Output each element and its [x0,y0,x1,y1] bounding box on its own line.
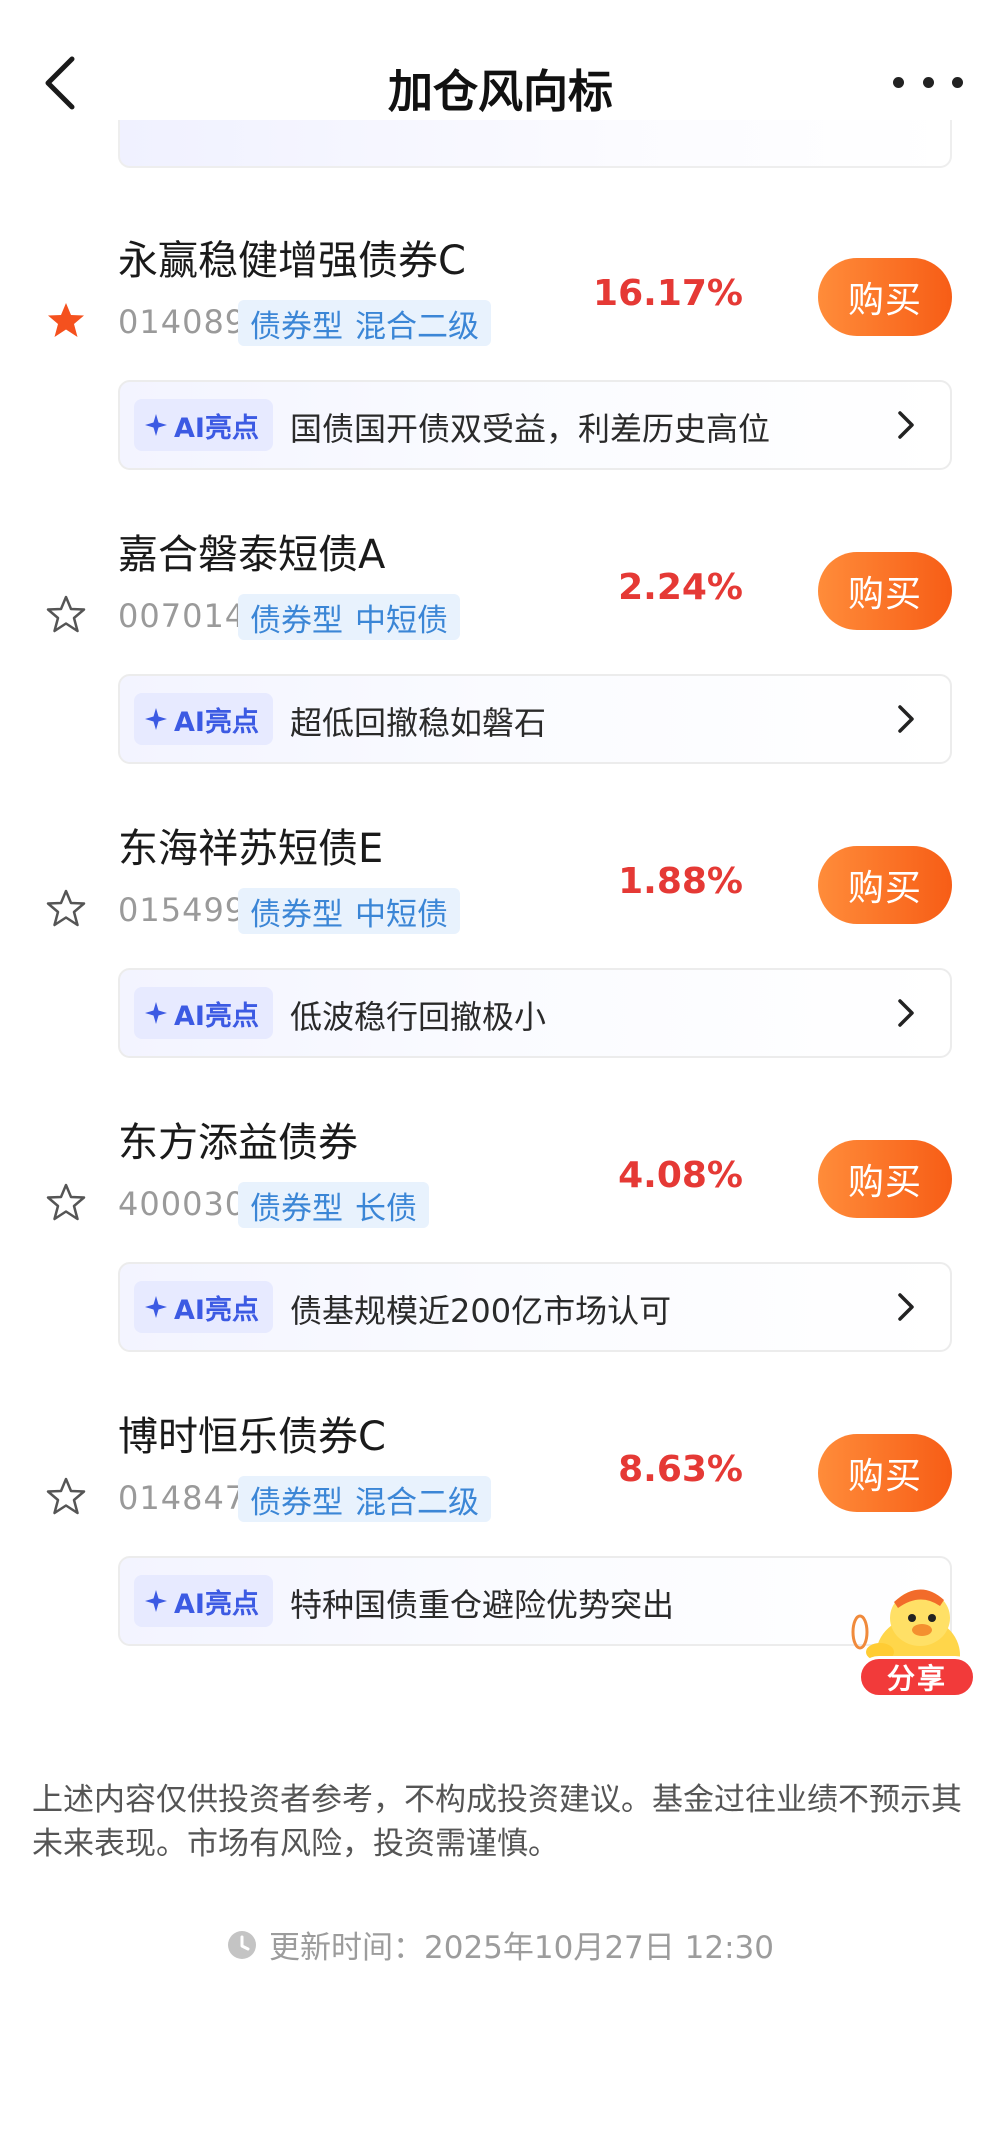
star-filled-icon[interactable] [46,300,86,340]
buy-button[interactable]: 购买 [818,258,952,336]
ai-highlight-row[interactable]: AI亮点 债基规模近200亿市场认可 [118,1262,952,1352]
disclaimer-text: 上述内容仅供投资者参考，不构成投资建议。基金过往业绩不预示其未来表现。市场有风险… [32,1782,962,1862]
ai-highlight-badge: AI亮点 [134,1281,273,1333]
star-outline-icon[interactable] [46,1182,86,1222]
share-button[interactable]: 分享 [858,1656,976,1698]
buy-button[interactable]: 购买 [818,1434,952,1512]
fund-name[interactable]: 博时恒乐债券C [118,1404,386,1462]
fund-name[interactable]: 东方添益债券 [118,1110,358,1168]
ai-highlight-row[interactable]: AI亮点 国债国开债双受益，利差历史高位 [118,380,952,470]
fund-subtype-tag: 中短债 [355,896,448,933]
fund-code: 014089 [118,303,247,341]
more-dot [893,76,904,88]
fund-type-tag: 债券型 [250,896,343,933]
fund-return-rate: 1.88% [618,861,743,902]
fund-tags: 债券型 中短债 [238,888,460,934]
more-dot [952,76,963,88]
more-dot [922,76,934,88]
fund-tags: 债券型 混合二级 [238,1476,491,1522]
page-title: 加仓风向标 [387,65,613,118]
update-time-value: 2025年10月27日 12:30 [424,1930,774,1966]
fund-name[interactable]: 永赢稳健增强债券C [118,228,466,286]
fund-subtype-tag: 长债 [355,1190,417,1227]
ai-highlight-label: AI亮点 [174,706,259,738]
fund-code: 015499 [118,891,247,929]
ai-highlight-badge: AI亮点 [134,693,273,745]
fund-return-rate: 8.63% [618,1449,743,1490]
star-outline-icon[interactable] [46,888,86,928]
fund-name[interactable]: 嘉合磐泰短债A [118,522,385,580]
update-time: 更新时间： 2025年10月27日 12:30 [0,1922,1001,1967]
chevron-right-icon [898,999,914,1027]
fund-tags: 债券型 长债 [238,1182,429,1228]
ai-highlight-text: 低波稳行回撤极小 [290,998,547,1036]
star-outline-icon[interactable] [46,1476,86,1516]
ai-highlight-row[interactable]: AI亮点 低波稳行回撤极小 [118,968,952,1058]
fund-subtype-tag: 混合二级 [355,1484,479,1521]
sparkle-icon [145,1002,167,1024]
fund-tags: 债券型 中短债 [238,594,460,640]
fund-type-tag: 债券型 [250,1190,343,1227]
ai-highlight-row[interactable]: AI亮点 超低回撤稳如磐石 [118,674,952,764]
ai-highlight-badge: AI亮点 [134,1575,273,1627]
sparkle-icon [145,414,167,436]
sparkle-icon [145,1296,167,1318]
fund-return-rate: 16.17% [593,273,743,314]
fund-item[interactable]: 嘉合磐泰短债A 007014 债券型 中短债 2.24% 购买 AI亮点 超低回… [0,502,1001,792]
chevron-right-icon [898,1293,914,1321]
fund-subtype-tag: 中短债 [355,602,448,639]
sparkle-icon [145,1590,167,1612]
fund-code: 014847 [118,1479,247,1517]
buy-button[interactable]: 购买 [818,1140,952,1218]
fund-code: 400030 [118,1185,247,1223]
fund-item[interactable]: 东海祥苏短债E 015499 债券型 中短债 1.88% 购买 AI亮点 低波稳… [0,796,1001,1086]
fund-code: 007014 [118,597,247,635]
chevron-right-icon [898,705,914,733]
ai-highlight-badge: AI亮点 [134,987,273,1039]
ai-highlight-label: AI亮点 [174,412,259,444]
chevron-right-icon [898,411,914,439]
fund-name[interactable]: 东海祥苏短债E [118,816,383,874]
ai-highlight-text: 超低回撤稳如磐石 [290,704,547,742]
ai-highlight-row[interactable]: AI亮点 特种国债重仓避险优势突出 [118,1556,952,1646]
fund-item[interactable]: 永赢稳健增强债券C 014089 债券型 混合二级 16.17% 购买 AI亮点… [0,208,1001,498]
fund-subtype-tag: 混合二级 [355,308,479,345]
fund-type-tag: 债券型 [250,308,343,345]
fund-type-tag: 债券型 [250,1484,343,1521]
ai-highlight-text: 国债国开债双受益，利差历史高位 [290,410,771,448]
fund-item[interactable]: 东方添益债券 400030 债券型 长债 4.08% 购买 AI亮点 债基规模近… [0,1090,1001,1380]
ai-highlight-text: 特种国债重仓避险优势突出 [290,1586,675,1624]
clock-icon [228,1930,256,1959]
ai-highlight-label: AI亮点 [174,1294,259,1326]
buy-button[interactable]: 购买 [818,552,952,630]
ai-highlight-text: 债基规模近200亿市场认可 [290,1292,672,1330]
sparkle-icon [145,708,167,730]
ai-highlight-badge: AI亮点 [134,399,273,451]
fund-return-rate: 4.08% [618,1155,743,1196]
fund-type-tag: 债券型 [250,602,343,639]
previous-ai-row-edge [118,120,952,168]
fund-tags: 债券型 混合二级 [238,300,491,346]
ai-highlight-label: AI亮点 [174,1000,259,1032]
fund-return-rate: 2.24% [618,567,743,608]
more-button[interactable] [893,60,963,104]
star-outline-icon[interactable] [46,594,86,634]
ai-highlight-label: AI亮点 [174,1588,259,1620]
buy-button[interactable]: 购买 [818,846,952,924]
update-time-label: 更新时间： [269,1930,424,1966]
